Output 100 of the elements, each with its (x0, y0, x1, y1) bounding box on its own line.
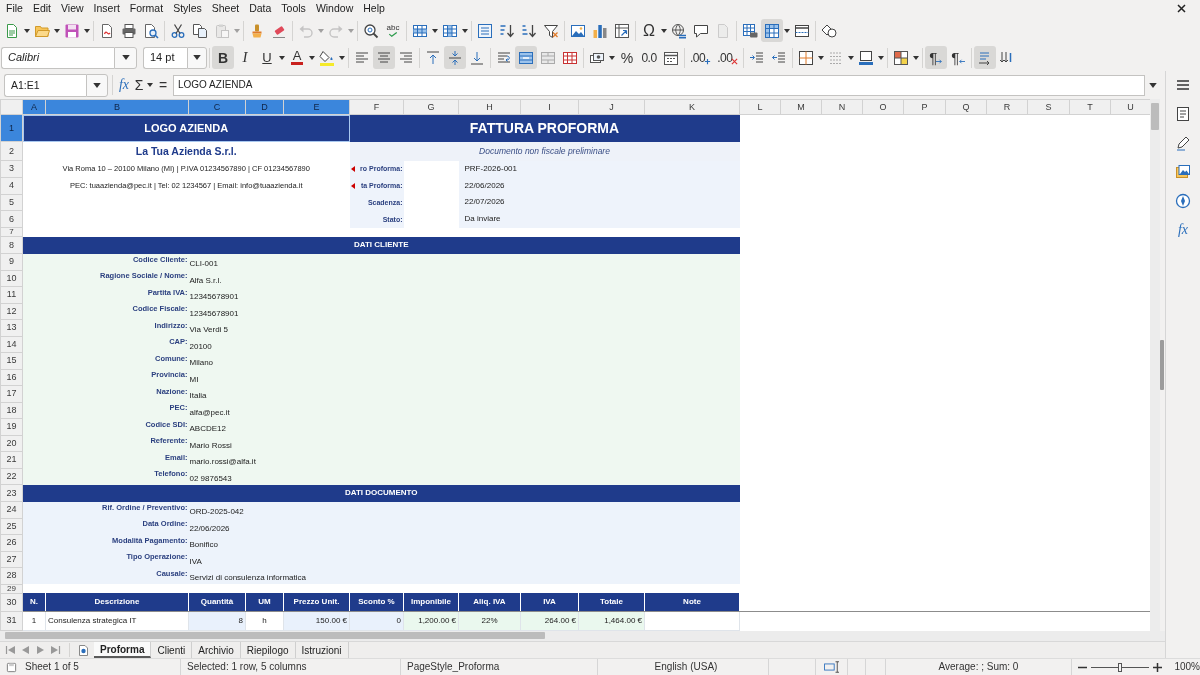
column-header[interactable]: H (458, 99, 521, 115)
slider-thumb[interactable] (1118, 662, 1122, 672)
column-header[interactable]: O (862, 99, 904, 115)
column-header[interactable]: R (986, 99, 1028, 115)
menu-item[interactable]: Insert (88, 1, 125, 16)
column-header[interactable]: I (520, 99, 579, 115)
row-header[interactable]: 1 (0, 114, 23, 142)
column-header[interactable]: T (1069, 99, 1111, 115)
split-window-icon (794, 22, 810, 39)
logo-cell[interactable]: LOGO AZIENDA (22, 114, 350, 142)
speech-bubble-icon (693, 22, 709, 39)
column-header[interactable]: A (22, 99, 46, 115)
caret-icon (784, 28, 790, 33)
percent-format-button[interactable]: % (616, 46, 638, 69)
bold-button[interactable]: B (212, 46, 234, 69)
menu-item[interactable]: Window (310, 1, 359, 16)
left-to-right-button[interactable]: ¶ (925, 46, 948, 69)
row-header[interactable]: 29 (0, 584, 23, 593)
font-name-field[interactable]: Calibri (1, 46, 114, 69)
new-document-icon (4, 22, 20, 39)
menu-item[interactable]: Tools (276, 1, 311, 16)
functions-button[interactable]: fx (1171, 218, 1195, 242)
zoom-in-button[interactable] (1153, 662, 1162, 672)
font-size-field[interactable]: 14 pt (143, 46, 187, 69)
column-header[interactable]: U (1110, 99, 1150, 115)
add-sheet-button[interactable] (78, 644, 89, 656)
caret-icon (93, 82, 101, 88)
sum-button[interactable]: Σ (132, 73, 146, 97)
menu-item[interactable]: Format (124, 1, 169, 16)
column-header[interactable]: S (1027, 99, 1070, 115)
column-header[interactable]: K (644, 99, 740, 115)
number-format-button[interactable]: 0.0 (638, 46, 660, 69)
horizontal-scrollbar[interactable] (0, 631, 1165, 641)
search-icon (363, 22, 379, 39)
menu-item[interactable]: Help (358, 1, 390, 16)
table-cell: Consulenza strategica IT (45, 611, 189, 630)
paint-bucket-icon (319, 49, 335, 66)
column-header-cell: Totale (578, 593, 645, 611)
delete-decimal-button[interactable]: .00 (714, 46, 742, 69)
caret-icon (878, 55, 885, 60)
dropdown-button[interactable] (187, 46, 207, 69)
column-header[interactable]: J (578, 99, 645, 115)
close-document-button[interactable] (1177, 4, 1186, 13)
menu-item[interactable]: Styles (168, 1, 207, 16)
vertical-scrollbar[interactable] (1150, 99, 1160, 631)
calendar-icon (663, 49, 679, 66)
align-bottom-icon (469, 49, 485, 66)
column-header[interactable]: F (349, 99, 404, 115)
column-header[interactable]: L (739, 99, 781, 115)
column-header-cell: IVA (520, 593, 579, 611)
column-header[interactable]: P (903, 99, 946, 115)
right-to-left-button[interactable]: ¶ (947, 46, 970, 69)
align-center-icon (376, 49, 392, 66)
merge-center-button[interactable] (515, 46, 537, 69)
text-left-to-right-button[interactable] (974, 46, 997, 69)
row-header[interactable]: 7 (0, 227, 23, 237)
menu-item[interactable]: Data (244, 1, 277, 16)
scrollbar-thumb[interactable] (1151, 103, 1159, 130)
field-value: 22/06/2026 (189, 523, 230, 533)
menu-item[interactable]: View (56, 1, 89, 16)
align-top-icon (425, 49, 441, 66)
menu-item[interactable]: Edit (27, 1, 56, 16)
column-header[interactable]: C (188, 99, 246, 115)
sheet-count-text: Sheet 1 of 5 (25, 661, 79, 673)
sidebar-handle[interactable] (1160, 340, 1164, 390)
bar-chart-icon (592, 22, 608, 39)
formula-input[interactable]: LOGO AZIENDA (173, 74, 1145, 96)
pivot-table-icon (614, 22, 630, 39)
column-header[interactable]: G (403, 99, 459, 115)
compass-icon (1175, 193, 1191, 209)
spelling-button[interactable]: abc (382, 19, 404, 42)
dropdown-button[interactable] (114, 46, 137, 69)
column-header[interactable]: M (780, 99, 822, 115)
outdent-icon (771, 49, 788, 66)
dropdown-button[interactable] (86, 73, 108, 97)
font-color-button[interactable]: A (286, 46, 308, 69)
field-value: Italia (189, 391, 207, 400)
field-value: Servizi di consulenza informatica (189, 573, 306, 582)
menu-item[interactable]: Sheet (206, 1, 245, 16)
arrow-right-icon (35, 645, 46, 655)
column-header[interactable]: Q (945, 99, 987, 115)
scrollbar-thumb[interactable] (5, 632, 545, 639)
formula-button[interactable]: = (156, 73, 170, 97)
underline-button[interactable]: U (256, 46, 278, 69)
column-header[interactable]: B (45, 99, 189, 115)
sheet-tab[interactable]: Proforma (94, 642, 152, 658)
align-right-icon (398, 49, 414, 66)
column-header[interactable]: E (283, 99, 350, 115)
freeze-button[interactable] (761, 19, 783, 42)
function-wizard-button[interactable]: fx (116, 73, 132, 97)
name-box-field[interactable]: A1:E1 (4, 73, 86, 97)
caret-icon (432, 28, 438, 33)
special-character-button[interactable]: Ω (638, 19, 660, 42)
column-header[interactable]: N (821, 99, 863, 115)
title-cell: FATTURA PROFORMA (349, 114, 740, 142)
column-header[interactable]: D (245, 99, 284, 115)
menu-item[interactable]: File (1, 1, 28, 16)
caret-icon (121, 55, 130, 60)
italic-button[interactable]: I (234, 46, 256, 69)
add-decimal-button[interactable]: .00 (687, 46, 715, 69)
